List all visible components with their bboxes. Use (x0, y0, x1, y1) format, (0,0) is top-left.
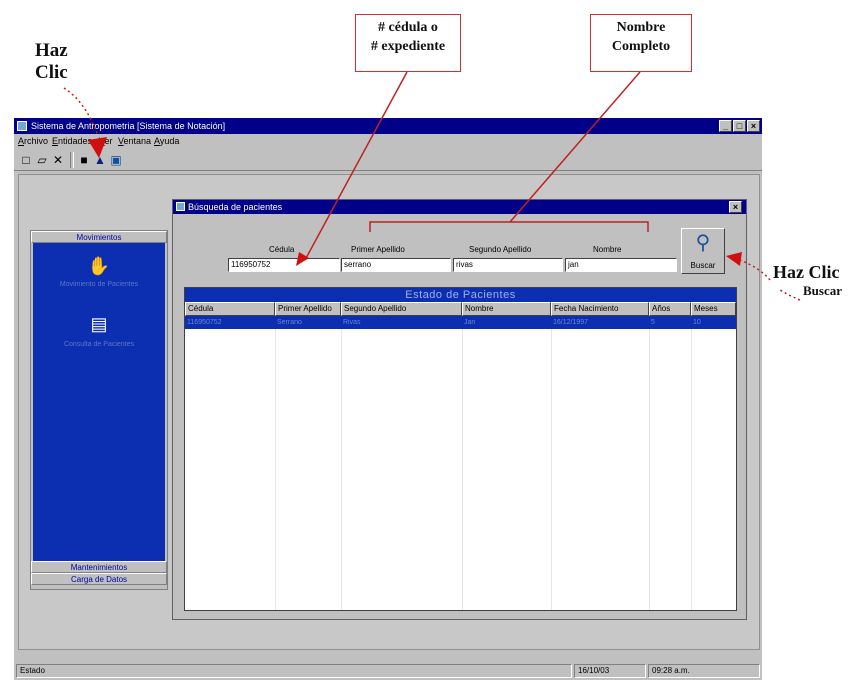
col-header-fecha-nacimiento[interactable]: Fecha Nacimiento (551, 302, 649, 316)
col-header-meses[interactable]: Meses (691, 302, 736, 316)
callout-haz-clic-binoculars: Haz Clic (35, 40, 68, 83)
magnifier-icon: ⚲ (695, 232, 711, 254)
segundo-apellido-label: Segundo Apellido (469, 245, 532, 254)
primer-apellido-input[interactable]: serrano (341, 258, 451, 272)
grid-caption: Estado de Pacientes (185, 288, 736, 302)
nombre-label: Nombre (593, 245, 622, 254)
grid-line (551, 329, 552, 610)
primer-apellido-label: Primer Apellido (351, 245, 405, 254)
dialog-icon (176, 202, 185, 211)
status-bar: Estado 16/10/03 09:28 a.m. (14, 662, 762, 680)
maximize-button[interactable]: □ (733, 120, 746, 132)
grid-line (462, 329, 463, 610)
book-icon[interactable]: ▤ (86, 313, 112, 335)
menu-ayuda[interactable]: Ayuda (154, 134, 179, 148)
cell-meses: 10 (693, 319, 701, 326)
search-button[interactable]: ⚲ Buscar (681, 228, 725, 274)
col-header-cedula[interactable]: Cédula (185, 302, 275, 316)
search-button-label: Buscar (690, 261, 716, 270)
nav-sidebar: Movimientos ✋ Movimiento de Pacientes ▤ … (30, 230, 168, 590)
callout-nombre-box: Nombre Completo (590, 14, 692, 72)
menu-ventana[interactable]: Ventana (118, 134, 151, 148)
col-header-anos[interactable]: Años (649, 302, 691, 316)
status-state: Estado (16, 664, 572, 678)
dialog-titlebar: Búsqueda de pacientes × (173, 200, 746, 214)
cell-fecha-nacimiento: 16/12/1997 (553, 319, 589, 326)
sidebar-item-carga-datos[interactable]: Carga de Datos (31, 573, 167, 585)
table-row-selected[interactable]: 116950752 Serrano Rivas Jan 16/12/1997 5… (185, 316, 736, 329)
menu-entidades[interactable]: Entidades (52, 134, 92, 148)
col-header-primer-apellido[interactable]: Primer Apellido (275, 302, 341, 316)
delete-icon[interactable]: ✕ (50, 152, 66, 168)
segundo-apellido-input[interactable]: rivas (453, 258, 563, 272)
dialog-close-button[interactable]: × (729, 201, 742, 213)
cell-anos: 5 (651, 319, 655, 326)
search-dialog: Búsqueda de pacientes × Cédula Primer Ap… (172, 199, 747, 620)
status-time: 09:28 a.m. (648, 664, 760, 678)
save-icon[interactable]: ■ (76, 152, 92, 168)
toolbar: □ ▱ ✕ ■ ▲ ▣ (14, 149, 762, 171)
sidebar-item-consulta-pacientes[interactable]: Consulta de Pacientes (33, 341, 165, 348)
status-date: 16/10/03 (574, 664, 646, 678)
cell-segundo-apellido: Rivas (343, 319, 361, 326)
app-title: Sistema de Antropometria [Sistema de Not… (31, 121, 226, 131)
app-icon (17, 121, 27, 131)
callout-haz-clic-buscar: Haz Clic (773, 262, 840, 282)
sidebar-item-mantenimientos[interactable]: Mantenimientos (31, 561, 167, 573)
app-titlebar: Sistema de Antropometria [Sistema de Not… (14, 118, 762, 134)
sidebar-panel: ✋ Movimiento de Pacientes ▤ Consulta de … (33, 243, 165, 561)
open-folder-icon[interactable]: ▱ (34, 152, 50, 168)
cell-primer-apellido: Serrano (277, 319, 302, 326)
callout-buscar: Buscar (803, 283, 842, 298)
callout-cedula-box: # cédula o # expediente (355, 14, 461, 72)
exit-icon[interactable]: ▣ (108, 152, 124, 168)
patients-grid[interactable]: Estado de Pacientes Cédula Primer Apelli… (184, 287, 737, 611)
menu-ver[interactable]: Ver (99, 134, 113, 148)
sidebar-item-movimiento-pacientes[interactable]: Movimiento de Pacientes (33, 281, 165, 288)
grid-line (341, 329, 342, 610)
col-header-segundo-apellido[interactable]: Segundo Apellido (341, 302, 462, 316)
menu-archivo[interactable]: Archivo (18, 134, 48, 148)
cedula-input[interactable]: 116950752 (228, 258, 340, 272)
col-header-nombre[interactable]: Nombre (462, 302, 551, 316)
menu-bar: Archivo Entidades Ver Ventana Ayuda (14, 134, 762, 148)
cell-nombre: Jan (464, 319, 476, 326)
close-button[interactable]: × (747, 120, 760, 132)
grid-line (649, 329, 650, 610)
dialog-title: Búsqueda de pacientes (188, 202, 283, 212)
nombre-input[interactable]: jan (565, 258, 677, 272)
handshake-icon[interactable]: ✋ (86, 255, 112, 277)
sidebar-header-movimientos[interactable]: Movimientos (31, 231, 167, 243)
toolbar-separator (70, 152, 74, 168)
cell-cedula: 116950752 (187, 319, 222, 326)
new-file-icon[interactable]: □ (18, 152, 34, 168)
grid-line (691, 329, 692, 610)
cedula-label: Cédula (269, 245, 295, 254)
grid-line (275, 329, 276, 610)
binoculars-icon[interactable]: ▲ (92, 152, 108, 168)
minimize-button[interactable]: _ (719, 120, 732, 132)
